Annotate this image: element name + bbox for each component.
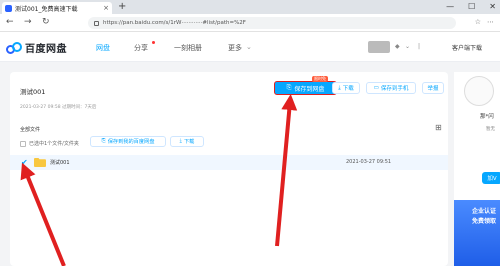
folder-icon <box>34 158 46 167</box>
forward-button[interactable]: → <box>24 17 32 27</box>
tab-title: 测试001_免费高速下载 <box>15 5 78 13</box>
table-row[interactable]: ✔ 测试001 2021-03-27 09:51 <box>10 155 448 170</box>
report-button[interactable]: 举报 <box>422 82 444 94</box>
lock-icon <box>94 20 99 26</box>
minimize-button[interactable]: — <box>446 2 454 11</box>
reload-button[interactable]: ↻ <box>42 17 50 27</box>
new-tab-button[interactable]: + <box>118 1 126 12</box>
save-button-label: 保存到网盘 <box>294 85 325 93</box>
save-to-phone-label: 保存到手机 <box>380 86 409 92</box>
download-button[interactable]: ⤓ 下载 <box>332 82 360 94</box>
notification-dot <box>152 41 155 44</box>
promo-badge: 限时免 <box>312 76 328 82</box>
tab-close-icon[interactable]: × <box>103 4 109 12</box>
save-to-phone-button[interactable]: ▭ 保存到手机 <box>366 82 416 94</box>
browser-tab-strip: 测试001_免费高速下载 × + — ☐ ✕ <box>0 0 500 14</box>
toolbar-download-label: 下载 <box>183 139 195 145</box>
chevron-down-icon[interactable]: ⌄ <box>405 43 410 50</box>
select-all-checkbox[interactable] <box>20 140 26 147</box>
report-label: 举报 <box>427 86 439 92</box>
sharer-panel: 那*闪 暂无 加V 企业认证 免费领取 <box>454 72 500 266</box>
nav-item-netdisk[interactable]: 网盘 <box>96 43 110 53</box>
separator: | <box>418 43 421 50</box>
select-all[interactable]: 已选中1个文件/文件夹 <box>20 140 79 147</box>
page-title: 测试001 <box>20 88 46 96</box>
chevron-down-icon: ⌄ <box>246 43 252 51</box>
download-button-label: 下载 <box>342 86 354 92</box>
close-window-button[interactable]: ✕ <box>489 2 496 11</box>
file-date: 2021-03-27 09:51 <box>346 159 392 165</box>
save-to-my-netdisk-button[interactable]: ⎘ 保存到我的百度网盘 <box>90 136 166 147</box>
baidu-favicon-icon <box>5 4 12 12</box>
breadcrumb[interactable]: 全部文件 <box>20 126 40 133</box>
save-icon: ⎘ <box>286 84 292 91</box>
share-main-panel: 测试001 2021-03-27 09:58 过期时间：7天后 ⎘ 保存到网盘 … <box>10 72 448 266</box>
browser-tab[interactable]: 测试001_免费高速下载 × <box>2 2 112 14</box>
sharer-avatar <box>464 76 494 106</box>
client-download-link[interactable]: 客户端下载 <box>452 43 482 52</box>
window-controls: — ☐ ✕ <box>446 2 496 11</box>
vip-diamond-icon[interactable]: ◆ <box>395 43 400 50</box>
ad-line-1: 企业认证 <box>472 208 497 215</box>
url-text: https://pan.baidu.com/s/1rW············#… <box>103 20 246 26</box>
site-header: 百度网盘 网盘 分享 一刻相册 更多 ⌄ ◆ ⌄ | 客户端下载 <box>0 32 500 62</box>
browser-menu-icon[interactable]: ⋯ <box>487 18 494 26</box>
baidu-pan-logo-icon <box>6 41 22 54</box>
download-icon: ⤓ <box>338 84 341 91</box>
download-icon: ⤓ <box>179 138 182 144</box>
ad-banner[interactable]: 企业认证 免费领取 <box>454 200 500 266</box>
sharer-sub: 暂无 <box>486 127 495 132</box>
nav-item-more[interactable]: 更多 <box>228 43 242 53</box>
toolbar-download-button[interactable]: ⤓ 下载 <box>170 136 204 147</box>
grid-view-icon[interactable]: ⊞ <box>435 123 442 132</box>
address-bar-actions: ☆ ⋯ <box>475 18 494 26</box>
nav-item-share[interactable]: 分享 <box>134 43 148 53</box>
file-toolbar: 已选中1个文件/文件夹 ⎘ 保存到我的百度网盘 ⤓ 下载 <box>10 134 448 152</box>
logo[interactable]: 百度网盘 <box>6 40 67 55</box>
share-meta: 2021-03-27 09:58 过期时间：7天后 <box>20 105 97 110</box>
logo-text: 百度网盘 <box>25 44 67 55</box>
sharer-name: 那*闪 <box>480 114 494 120</box>
save-to-my-label: 保存到我的百度网盘 <box>107 139 155 145</box>
maximize-button[interactable]: ☐ <box>468 2 475 11</box>
address-bar-row: ← → ↻ https://pan.baidu.com/s/1rW·······… <box>0 14 500 32</box>
phone-icon: ▭ <box>373 85 379 91</box>
nav-item-album[interactable]: 一刻相册 <box>174 43 202 53</box>
save-icon: ⎘ <box>101 138 106 144</box>
avatar[interactable] <box>368 41 390 53</box>
follow-button[interactable]: 加V <box>482 172 500 184</box>
url-input[interactable]: https://pan.baidu.com/s/1rW············#… <box>88 17 456 29</box>
file-name[interactable]: 测试001 <box>50 159 70 166</box>
back-button[interactable]: ← <box>6 17 14 27</box>
row-checkbox-checked-icon[interactable]: ✔ <box>21 158 28 167</box>
selected-count-label: 已选中1个文件/文件夹 <box>29 141 79 147</box>
favorite-star-icon[interactable]: ☆ <box>475 18 481 26</box>
ad-line-2: 免费领取 <box>472 218 497 225</box>
save-to-netdisk-button[interactable]: ⎘ 保存到网盘 <box>274 81 337 95</box>
